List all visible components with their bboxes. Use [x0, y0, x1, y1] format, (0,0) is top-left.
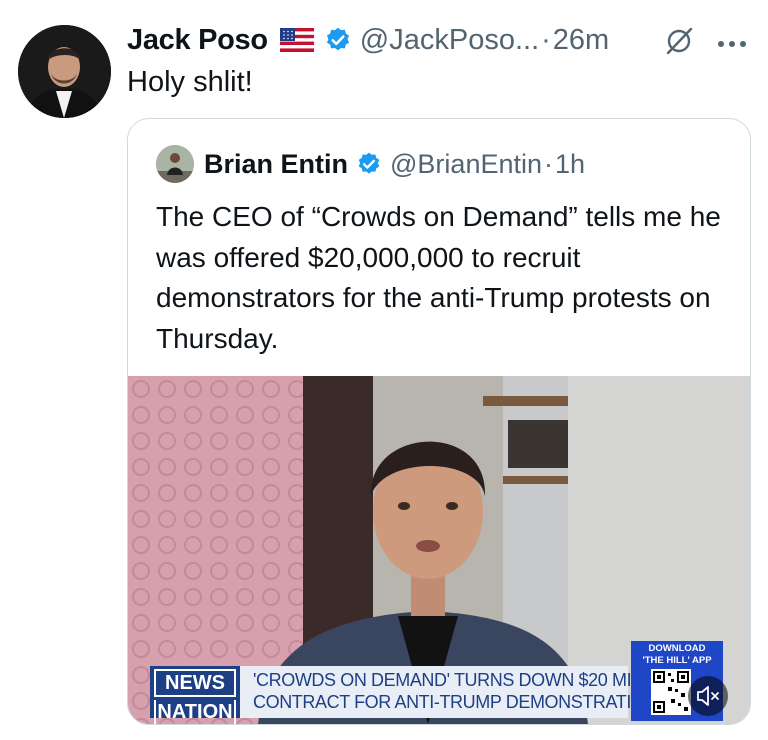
- author-avatar[interactable]: [18, 25, 111, 118]
- logo-top-text: NEWS: [154, 669, 236, 697]
- tweet-header: Jack Poso @JackPoso... · 26m: [127, 20, 609, 60]
- video-player[interactable]: NEWS NATION 'CROWDS ON DEMAND' TURNS DOW…: [128, 376, 750, 724]
- separator-dot: ·: [544, 148, 553, 179]
- headline-line-1: 'CROWDS ON DEMAND' TURNS DOWN $20 MILLIO…: [253, 670, 682, 690]
- tweet-timestamp[interactable]: 26m: [553, 24, 609, 57]
- newsnation-logo: NEWS NATION: [150, 666, 240, 724]
- quoted-author-handle[interactable]: @BrianEntin: [390, 149, 542, 180]
- grok-icon[interactable]: [664, 26, 694, 56]
- verified-badge-icon: [356, 151, 382, 177]
- qr-caption-line-2: 'THE HILL' APP: [642, 655, 712, 666]
- author-name[interactable]: Jack Poso: [127, 24, 268, 57]
- us-flag-icon: [279, 28, 314, 52]
- chyron-headline: 'CROWDS ON DEMAND' TURNS DOWN $20 MILLIO…: [253, 669, 682, 713]
- separator-dot: ·: [541, 23, 551, 56]
- mute-button[interactable]: [688, 676, 728, 716]
- qr-caption-line-1: DOWNLOAD: [648, 643, 706, 654]
- qr-code-icon: [651, 669, 691, 720]
- quoted-tweet-timestamp[interactable]: 1h: [555, 149, 585, 180]
- verified-badge-icon: [324, 26, 352, 54]
- news-lower-third: NEWS NATION 'CROWDS ON DEMAND' TURNS DOW…: [150, 666, 682, 724]
- quoted-tweet-card[interactable]: Brian Entin @BrianEntin · 1h The CEO of …: [127, 118, 751, 725]
- author-handle[interactable]: @JackPoso...: [360, 24, 539, 57]
- quoted-tweet-text: The CEO of “Crowds on Demand” tells me h…: [156, 201, 721, 354]
- qr-caption: DOWNLOAD 'THE HILL' APP: [631, 643, 723, 667]
- quoted-author-avatar[interactable]: [156, 145, 194, 183]
- quoted-tweet-header: Brian Entin @BrianEntin · 1h: [156, 145, 585, 183]
- more-icon[interactable]: [716, 36, 748, 47]
- headline-line-2: CONTRACT FOR ANTI-TRUMP DEMONSTRATIONS: [253, 692, 669, 712]
- quoted-author-name[interactable]: Brian Entin: [204, 149, 348, 180]
- mute-icon: [697, 686, 719, 706]
- tweet-text: Holy shlit!: [127, 66, 253, 98]
- logo-bottom-text: NATION: [154, 700, 236, 724]
